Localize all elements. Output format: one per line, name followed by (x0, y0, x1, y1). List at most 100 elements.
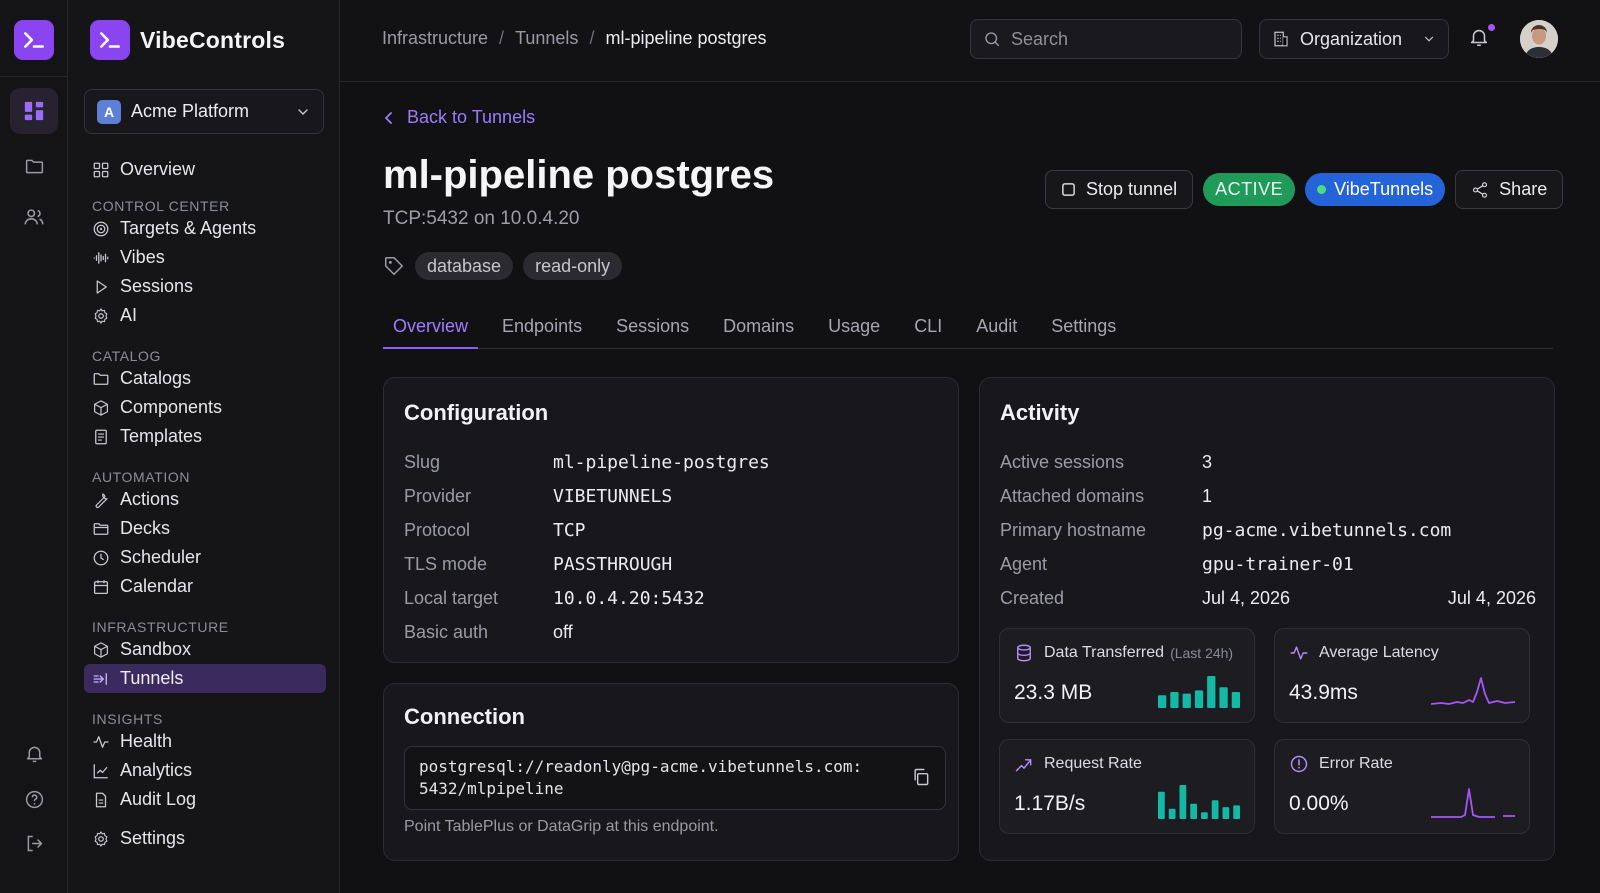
sidebar-item-vibes[interactable]: Vibes (84, 243, 326, 272)
copy-icon[interactable] (911, 767, 931, 787)
metric-label: Request Rate (1044, 755, 1142, 772)
config-value: VIBETUNNELS (553, 485, 673, 507)
org-selector[interactable]: A Acme Platform (84, 89, 324, 134)
bell-icon[interactable] (10, 730, 58, 776)
tab-endpoints[interactable]: Endpoints (492, 306, 592, 349)
config-key: Basic auth (404, 621, 489, 642)
org-name: Acme Platform (131, 101, 250, 121)
sidebar-item-label: Templates (120, 426, 203, 446)
wrench-icon (95, 492, 108, 508)
sidebar-item-components[interactable]: Components (84, 393, 326, 422)
audio-wave-icon (93, 251, 109, 264)
sidebar-item-analytics[interactable]: Analytics (84, 756, 326, 785)
sidebar-item-templates[interactable]: Templates (84, 422, 326, 451)
chevron-down-icon (1424, 36, 1434, 42)
config-value: 10.0.4.20:5432 (553, 587, 705, 609)
sparkline-bar (1190, 803, 1197, 819)
notifications-bell-icon[interactable] (1468, 26, 1490, 48)
dashboard-icon[interactable] (10, 88, 58, 134)
sidebar-item-settings[interactable]: Settings (84, 824, 326, 853)
pulse-icon (1290, 646, 1308, 660)
page-subtitle: TCP:5432 on 10.0.4.20 (383, 208, 580, 229)
configuration-card: Configuration Slug ml-pipeline-postgres … (383, 377, 959, 663)
app-logo-icon[interactable] (14, 20, 54, 60)
sidebar-item-actions[interactable]: Actions (84, 485, 326, 514)
tab-overview[interactable]: Overview (383, 306, 479, 349)
sidebar-item-catalogs[interactable]: Catalogs (84, 364, 326, 393)
pulse-icon (93, 735, 109, 748)
search-input[interactable]: Search (970, 19, 1242, 59)
organization-label: Organization (1300, 28, 1403, 49)
stop-tunnel-button[interactable]: Stop tunnel (1045, 170, 1194, 209)
sidebar-item-health[interactable]: Health (84, 727, 326, 756)
logout-icon[interactable] (10, 820, 58, 866)
line-chart-icon (93, 763, 108, 778)
sidebar-item-overview[interactable]: Overview (84, 155, 326, 184)
sidebar-item-scheduler[interactable]: Scheduler (84, 543, 326, 572)
sparkline-bar (1179, 785, 1187, 819)
sparkline-bar (1207, 676, 1216, 708)
tag-database[interactable]: database (415, 252, 514, 280)
tab-cli[interactable]: CLI (904, 306, 952, 349)
sidebar-nav: Overview CONTROL CENTER Targets & Agents… (84, 155, 326, 853)
organization-dropdown[interactable]: Organization (1259, 19, 1449, 59)
connection-string[interactable]: postgresql://readonly@pg-acme.vibetunnel… (404, 746, 946, 810)
tunnel-icon (93, 672, 107, 685)
config-value: TCP (553, 519, 586, 541)
sidebar-item-audit-log[interactable]: Audit Log (84, 785, 326, 814)
sidebar-item-decks[interactable]: Decks (84, 514, 326, 543)
connection-hint: Point TablePlus or DataGrip at this endp… (404, 818, 719, 835)
sidebar-item-label: Sessions (120, 276, 194, 296)
tab-domains[interactable]: Domains (713, 306, 804, 349)
metric-label: Data Transferred (1044, 644, 1165, 661)
sparkline-bar (1219, 687, 1228, 708)
users-icon[interactable] (10, 194, 58, 240)
sidebar-item-calendar[interactable]: Calendar (84, 572, 326, 601)
brand[interactable]: VibeControls (90, 20, 285, 60)
config-row-tls-mode: TLS mode PASSTHROUGH (404, 547, 770, 581)
tab-settings[interactable]: Settings (1041, 306, 1126, 349)
share-button[interactable]: Share (1455, 170, 1564, 209)
tag-read-only[interactable]: read-only (523, 252, 623, 280)
metric-header: Data Transferred (Last 24h) (1014, 643, 1233, 663)
request-rate-bar-sparkline (1158, 785, 1240, 819)
sidebar-item-label: Audit Log (120, 789, 197, 809)
back-to-tunnels-link[interactable]: Back to Tunnels (383, 107, 535, 128)
sparkline-bar (1170, 692, 1179, 708)
breadcrumb-current: ml-pipeline postgres (605, 28, 767, 48)
tab-usage[interactable]: Usage (818, 306, 890, 349)
breadcrumb-infrastructure[interactable]: Infrastructure (382, 28, 488, 49)
breadcrumb-tunnels[interactable]: Tunnels (515, 28, 578, 49)
status-badge: ACTIVE (1203, 173, 1296, 206)
tab-audit[interactable]: Audit (966, 306, 1027, 349)
cube-icon (94, 641, 108, 658)
sidebar-item-targets-agents[interactable]: Targets & Agents (84, 214, 326, 243)
activity-row-primary-hostname: Primary hostname pg-acme.vibetunnels.com (1000, 513, 1536, 547)
connection-string-line: 5432/mlpipeline (419, 779, 564, 798)
metric-error-rate[interactable]: Error Rate 0.00% (1274, 739, 1530, 834)
breadcrumb: Infrastructure / Tunnels / ml-pipeline p… (382, 28, 767, 49)
metric-header: Average Latency (1289, 643, 1439, 663)
sidebar-item-sessions[interactable]: Sessions (84, 272, 326, 301)
chevron-down-icon (298, 108, 308, 115)
section-control-center: CONTROL CENTER (92, 198, 230, 214)
activity-row-active-sessions: Active sessions 3 (1000, 445, 1536, 479)
sparkline-bar (1233, 805, 1240, 819)
sidebar-item-sandbox[interactable]: Sandbox (84, 635, 326, 664)
card-title: Activity (1000, 400, 1080, 425)
sidebar-item-tunnels[interactable]: Tunnels (84, 664, 326, 693)
metric-data-transferred[interactable]: Data Transferred (Last 24h) 23.3 MB (999, 628, 1255, 723)
brand-logo-icon (90, 20, 130, 60)
user-avatar[interactable] (1520, 20, 1558, 58)
sidebar-item-ai[interactable]: AI (84, 301, 326, 330)
folder-icon[interactable] (10, 143, 58, 189)
metric-request-rate[interactable]: Request Rate 1.17B/s (999, 739, 1255, 834)
card-title: Configuration (404, 400, 549, 425)
sidebar-item-label: Catalogs (120, 368, 192, 388)
config-value: ml-pipeline-postgres (553, 451, 770, 473)
share-label: Share (1499, 179, 1548, 199)
help-icon[interactable] (10, 776, 58, 822)
tab-sessions[interactable]: Sessions (606, 306, 699, 349)
card-title: Connection (404, 704, 525, 729)
metric-average-latency[interactable]: Average Latency 43.9ms (1274, 628, 1530, 723)
